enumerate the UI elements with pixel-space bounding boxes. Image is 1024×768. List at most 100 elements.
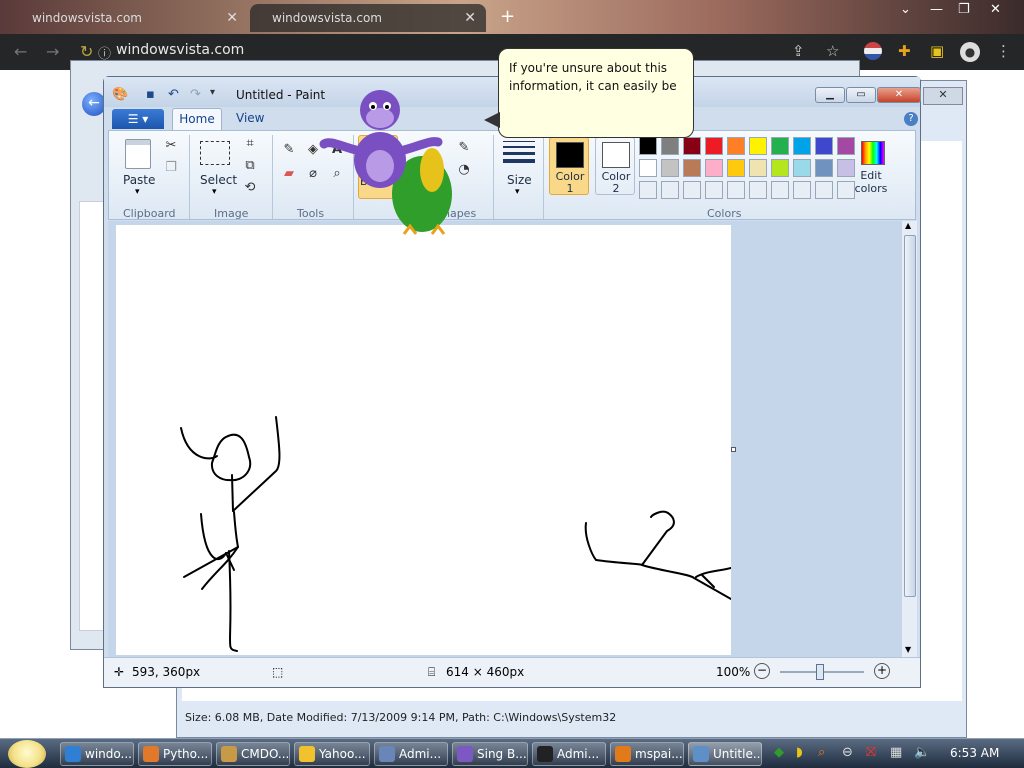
undo-icon[interactable]: ↶ [168, 87, 179, 102]
minimize-button[interactable]: — [930, 2, 943, 17]
taskbar-item[interactable]: Sing B... [452, 742, 528, 766]
search-tray-icon[interactable]: ⌕ [818, 745, 825, 760]
custom-color-slot[interactable] [727, 181, 745, 199]
clock[interactable]: 6:53 AM [950, 746, 999, 760]
palette-swatch[interactable] [815, 137, 833, 155]
chevron-down-icon[interactable]: ▾ [212, 187, 217, 197]
palette-swatch[interactable] [771, 159, 789, 177]
select-icon[interactable] [200, 141, 230, 165]
new-tab-button[interactable]: + [500, 6, 515, 27]
network-error-icon[interactable]: ⛝ [866, 745, 876, 760]
custom-color-slot[interactable] [749, 181, 767, 199]
vertical-scrollbar[interactable]: ▲ ▼ [901, 221, 917, 657]
reload-icon[interactable]: ↻ [80, 42, 93, 61]
palette-swatch[interactable] [793, 137, 811, 155]
back-arrow-icon[interactable]: ← [14, 42, 27, 61]
side-panel-icon[interactable]: ▣ [930, 42, 944, 60]
custom-color-slot[interactable] [815, 181, 833, 199]
star-icon[interactable]: ☆ [826, 42, 839, 60]
paint-menu-button[interactable]: ☰ ▾ [112, 109, 164, 129]
size-button[interactable]: Size [507, 173, 532, 187]
close-button[interactable]: ✕ [877, 87, 921, 103]
scroll-thumb[interactable] [904, 235, 916, 597]
palette-swatch[interactable] [705, 137, 723, 155]
minimize-button[interactable]: ▁ [815, 87, 845, 103]
scroll-down-icon[interactable]: ▼ [905, 645, 911, 654]
start-button[interactable] [8, 740, 46, 768]
minus-tray-icon[interactable]: ⊖ [842, 745, 853, 760]
banana-tray-icon[interactable]: ◗ [796, 745, 803, 760]
copy-icon[interactable]: ❐ [161, 159, 181, 179]
browser-tab[interactable]: windowsvista.com ✕ [10, 4, 248, 32]
browser-tab-active[interactable]: windowsvista.com ✕ [250, 4, 486, 32]
palette-swatch[interactable] [683, 137, 701, 155]
profile-flag-icon[interactable] [864, 42, 882, 60]
palette-swatch[interactable] [793, 159, 811, 177]
tab-view[interactable]: View [236, 111, 264, 125]
resize-icon[interactable]: ⧉ [240, 157, 260, 177]
select-button[interactable]: Select [200, 173, 237, 187]
palette-swatch[interactable] [639, 159, 657, 177]
palette-swatch[interactable] [815, 159, 833, 177]
custom-color-slot[interactable] [661, 181, 679, 199]
palette-swatch[interactable] [727, 159, 745, 177]
eraser-icon[interactable]: ▰ [279, 165, 299, 185]
color2-button[interactable]: Color 2 [595, 137, 635, 195]
cut-icon[interactable]: ✂ [161, 137, 181, 157]
close-button[interactable]: ✕ [923, 87, 963, 105]
zoom-out-icon[interactable]: − [754, 663, 770, 679]
palette-swatch[interactable] [661, 137, 679, 155]
palette-swatch[interactable] [837, 137, 855, 155]
taskbar-item-active[interactable]: Untitle... [688, 742, 762, 766]
palette-swatch[interactable] [661, 159, 679, 177]
restore-button[interactable]: ❐ [958, 2, 970, 17]
pencil-icon[interactable]: ✎ [279, 141, 299, 161]
save-icon[interactable]: ▪ [146, 87, 155, 102]
taskbar-item[interactable]: mspai... [610, 742, 684, 766]
close-button[interactable]: ✕ [990, 2, 1001, 17]
crop-icon[interactable]: ⌗ [240, 135, 260, 155]
chevron-down-icon[interactable]: ▾ [135, 187, 140, 197]
help-icon[interactable]: ? [904, 112, 918, 126]
zoom-slider-thumb[interactable] [816, 664, 824, 680]
palette-swatch[interactable] [705, 159, 723, 177]
palette-swatch[interactable] [749, 159, 767, 177]
scroll-up-icon[interactable]: ▲ [905, 221, 911, 230]
menu-kebab-icon[interactable]: ⋮ [996, 42, 1011, 60]
volume-icon[interactable]: 🔈 [914, 745, 930, 760]
paint-window[interactable]: 🎨 ▪ ↶ ↷ ▾ Untitled - Paint ▁ ▭ ✕ ☰ ▾ Hom… [103, 76, 921, 688]
size-icon[interactable] [503, 141, 535, 167]
paste-icon[interactable] [125, 139, 151, 169]
extension-icon[interactable]: ✚ [898, 42, 911, 60]
chevron-down-icon[interactable]: ▾ [515, 187, 520, 197]
custom-color-slot[interactable] [705, 181, 723, 199]
network-icon[interactable]: ▦ [890, 745, 902, 760]
forward-arrow-icon[interactable]: → [46, 42, 59, 61]
address-bar[interactable]: windowsvista.com [116, 42, 244, 58]
taskbar-item[interactable]: Admi... [532, 742, 606, 766]
taskbar-item[interactable]: CMDO... [216, 742, 290, 766]
taskbar-item[interactable]: Pytho... [138, 742, 212, 766]
tab-home[interactable]: Home [172, 108, 222, 131]
bonzi-assistant-character[interactable] [300, 84, 470, 244]
palette-swatch[interactable] [749, 137, 767, 155]
custom-color-slot[interactable] [639, 181, 657, 199]
parrot-tray-icon[interactable]: ◆ [774, 745, 784, 760]
custom-color-slot[interactable] [683, 181, 701, 199]
zoom-in-icon[interactable]: + [874, 663, 890, 679]
redo-icon[interactable]: ↷ [190, 87, 201, 102]
palette-swatch[interactable] [727, 137, 745, 155]
custom-color-slot[interactable] [771, 181, 789, 199]
custom-color-slot[interactable] [793, 181, 811, 199]
account-icon[interactable]: ● [960, 42, 980, 62]
palette-swatch[interactable] [639, 137, 657, 155]
close-tab-icon[interactable]: ✕ [226, 10, 238, 26]
resize-handle[interactable] [731, 447, 736, 452]
taskbar-item[interactable]: Yahoo... [294, 742, 370, 766]
close-tab-icon[interactable]: ✕ [464, 10, 476, 26]
customize-quick-access-icon[interactable]: ▾ [210, 87, 215, 98]
taskbar-item[interactable]: windo... [60, 742, 134, 766]
drawing-canvas[interactable] [116, 225, 732, 655]
palette-swatch[interactable] [683, 159, 701, 177]
chevron-down-icon[interactable]: ⌄ [900, 2, 911, 17]
